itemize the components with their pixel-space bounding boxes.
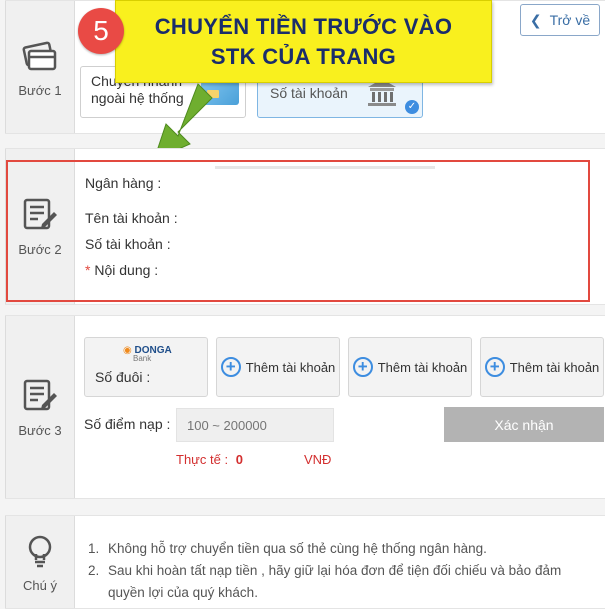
back-label: Trở về bbox=[549, 12, 591, 28]
notes-list: 1. Không hỗ trợ chuyển tiền qua số thẻ cù… bbox=[88, 538, 598, 604]
real-amount-value: 0 bbox=[235, 452, 243, 467]
back-button[interactable]: ❮ Trở về bbox=[520, 4, 600, 36]
step-3-label: Bước 3 bbox=[18, 422, 62, 438]
banner-line-2: STK CỦA TRANG bbox=[210, 43, 397, 69]
real-amount: Thực tế : 0 bbox=[176, 452, 243, 467]
step-1-tab: Bước 1 bbox=[5, 1, 75, 133]
amount-input[interactable] bbox=[176, 408, 334, 442]
confirm-button[interactable]: Xác nhận bbox=[444, 407, 604, 442]
lightbulb-icon bbox=[28, 535, 52, 567]
instruction-banner: CHUYỂN TIỀN TRƯỚC VÀO STK CỦA TRANG bbox=[115, 0, 492, 83]
step-3-tab: Bước 3 bbox=[5, 316, 75, 498]
currency-label: VNĐ bbox=[304, 452, 332, 467]
add-account-label: Thêm tài khoản bbox=[245, 359, 336, 375]
donga-account-card[interactable]: ◉ DONGA Bank Số đuôi : bbox=[84, 337, 208, 397]
banner-line-1: CHUYỂN TIỀN TRƯỚC VÀO bbox=[154, 13, 453, 39]
highlight-frame bbox=[6, 160, 590, 302]
add-account-label: Thêm tài khoản bbox=[509, 359, 600, 375]
add-account-label: Thêm tài khoản bbox=[377, 359, 468, 375]
note-item: 1. Không hỗ trợ chuyển tiền qua số thẻ cù… bbox=[88, 541, 487, 556]
notes-tab: Chú ý bbox=[5, 516, 75, 608]
real-amount-label: Thực tế : bbox=[176, 452, 229, 467]
method-account-label: Số tài khoản bbox=[270, 85, 348, 101]
add-account-button[interactable]: + Thêm tài khoản bbox=[480, 337, 604, 397]
step-number-badge: 5 bbox=[78, 8, 124, 54]
wallet-icon bbox=[22, 41, 57, 70]
plus-circle-icon: + bbox=[220, 357, 241, 377]
selected-check-icon: ✓ bbox=[405, 100, 419, 114]
notes-label: Chú ý bbox=[23, 577, 57, 593]
note-item: 2. Sau khi hoàn tất nạp tiền , hãy giữ lạ… bbox=[88, 563, 562, 600]
account-suffix-label: Số đuôi : bbox=[95, 369, 151, 385]
add-account-button[interactable]: + Thêm tài khoản bbox=[348, 337, 472, 397]
plus-circle-icon: + bbox=[352, 357, 373, 377]
edit-document-icon bbox=[23, 379, 57, 410]
chevron-left-icon: ❮ bbox=[529, 11, 542, 28]
step-1-label: Bước 1 bbox=[18, 82, 62, 98]
add-account-button[interactable]: + Thêm tài khoản bbox=[216, 337, 340, 397]
amount-label: Số điểm nạp : bbox=[84, 416, 171, 432]
plus-circle-icon: + bbox=[484, 357, 505, 377]
